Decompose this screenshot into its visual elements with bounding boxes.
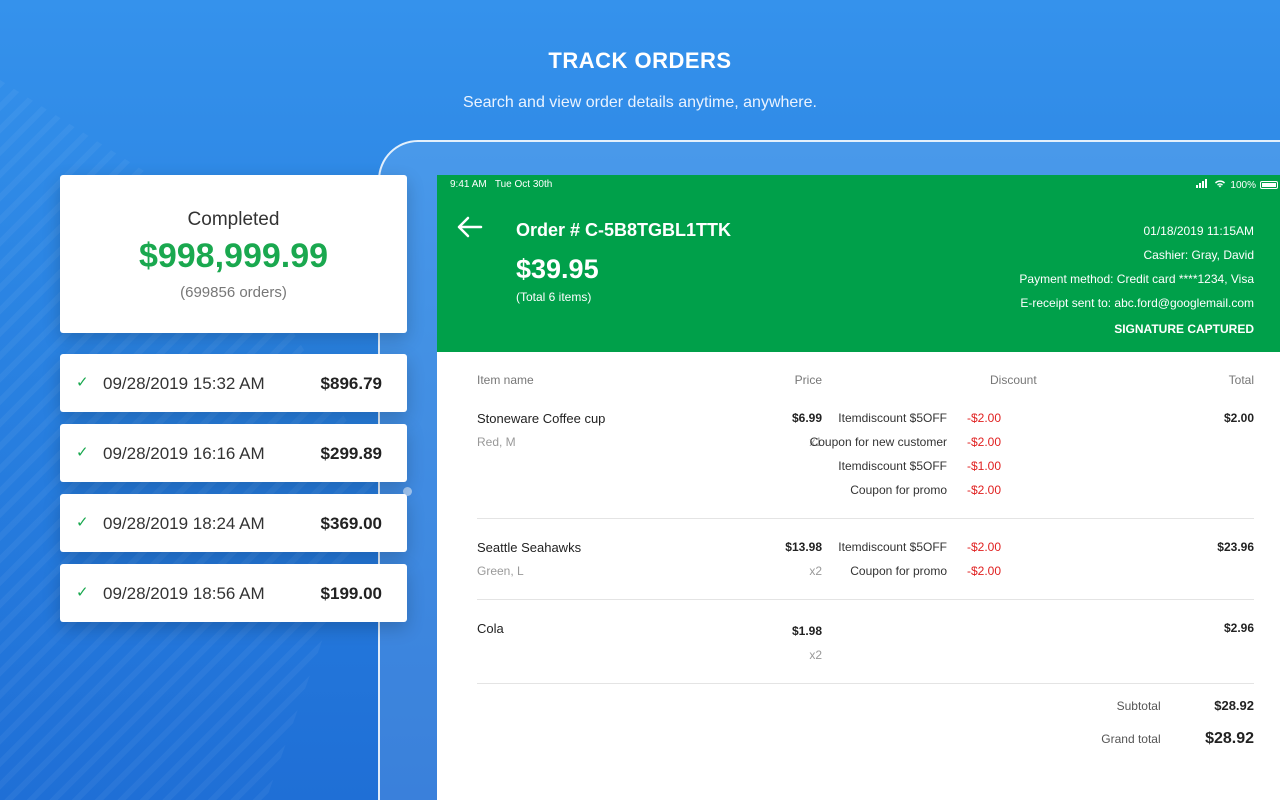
transaction-date: 09/28/2019 18:24 AM <box>103 514 265 533</box>
table-row[interactable]: Cola $1.98 x2 $2.96 <box>477 621 1254 671</box>
table-row[interactable]: Stoneware Coffee cup Red, M $6.99 x1 Ite… <box>477 411 1254 507</box>
discount-label: Itemdiscount $5OFF <box>838 459 947 473</box>
discount-label: Coupon for new customer <box>809 435 947 449</box>
grand-total-label: Grand total <box>1101 732 1161 746</box>
header-price: Price <box>794 373 822 387</box>
discount-amount: -$2.00 <box>967 411 1002 425</box>
discount-line: Itemdiscount $5OFF -$2.00 <box>838 540 1027 564</box>
discount-amount: -$1.00 <box>967 459 1002 473</box>
order-total: $39.95 <box>516 254 599 284</box>
status-indicators: 100% <box>1196 179 1278 191</box>
discount-amount: -$2.00 <box>967 483 1002 497</box>
wifi-icon <box>1214 179 1226 191</box>
grand-total-value: $28.92 <box>1205 730 1254 747</box>
discount-label: Coupon for promo <box>850 483 947 497</box>
discount-list: Itemdiscount $5OFF -$2.00 Coupon for prom… <box>838 540 1027 588</box>
discount-line: Itemdiscount $5OFF -$2.00 <box>810 411 1027 435</box>
discount-label: Coupon for promo <box>850 564 947 578</box>
item-variant: Green, L <box>477 564 524 578</box>
check-icon: ✓ <box>76 374 89 391</box>
subtotal-value: $28.92 <box>1214 698 1254 713</box>
transaction-item[interactable]: ✓ 09/28/2019 16:16 AM $299.89 <box>60 424 407 482</box>
transaction-amount: $299.89 <box>320 444 382 463</box>
summary-label: Completed <box>187 209 280 230</box>
item-name: Seattle Seahawks <box>477 540 582 555</box>
transaction-amount: $199.00 <box>320 584 382 603</box>
battery-icon <box>1260 181 1278 189</box>
transaction-item[interactable]: ✓ 09/28/2019 15:32 AM $896.79 <box>60 354 407 412</box>
transaction-item[interactable]: ✓ 09/28/2019 18:24 AM $369.00 <box>60 494 407 552</box>
row-divider <box>477 683 1254 684</box>
order-header: 9:41 AM Tue Oct 30th 100% Order # C-5B8T… <box>437 175 1280 352</box>
signal-icon <box>1196 179 1210 191</box>
check-icon: ✓ <box>76 584 89 601</box>
check-icon: ✓ <box>76 444 89 461</box>
item-total: $2.00 <box>1223 411 1254 425</box>
discount-line: Itemdiscount $5OFF -$1.00 <box>810 459 1027 483</box>
signature-status: SIGNATURE CAPTURED <box>1114 322 1254 336</box>
row-divider <box>477 518 1254 519</box>
item-total: $23.96 <box>1217 540 1254 554</box>
status-bar: 9:41 AM Tue Oct 30th <box>450 179 552 190</box>
item-variant: Red, M <box>477 435 516 449</box>
item-name: Cola <box>477 621 504 636</box>
discount-list: Itemdiscount $5OFF -$2.00 Coupon for new … <box>810 411 1027 507</box>
order-meta: 01/18/2019 11:15AM Cashier: Gray, David … <box>1019 219 1254 341</box>
discount-line: Coupon for promo -$2.00 <box>838 564 1027 588</box>
order-number: Order # C-5B8TGBL1TTK <box>516 220 732 240</box>
hero-subtitle: Search and view order details anytime, a… <box>463 94 817 111</box>
item-name: Stoneware Coffee cup <box>477 411 606 426</box>
item-price: $1.98 <box>791 624 822 638</box>
discount-amount: -$2.00 <box>967 540 1002 554</box>
order-item-count: (Total 6 items) <box>516 290 592 304</box>
order-receipt: E-receipt sent to: abc.ford@googlemail.c… <box>1020 296 1254 310</box>
header-discount: Discount <box>990 373 1037 387</box>
summary-order-count: (699856 orders) <box>180 284 287 301</box>
hero-title: TRACK ORDERS <box>548 48 732 73</box>
order-cashier: Cashier: Gray, David <box>1143 248 1254 262</box>
item-qty: x2 <box>809 648 822 662</box>
status-date: Tue Oct 30th <box>494 179 553 190</box>
discount-line: Coupon for new customer -$2.00 <box>810 435 1027 459</box>
header-total: Total <box>1228 373 1254 387</box>
discount-amount: -$2.00 <box>967 435 1002 449</box>
header-item-name: Item name <box>477 373 534 387</box>
subtotal-line: Subtotal $28.92 <box>1117 698 1254 713</box>
transaction-amount: $369.00 <box>320 514 382 533</box>
order-payment: Payment method: Credit card ****1234, Vi… <box>1019 272 1254 286</box>
item-total: $2.96 <box>1223 621 1254 635</box>
completed-summary-card: Completed $998,999.99 (699856 orders) <box>60 175 407 333</box>
discount-label: Itemdiscount $5OFF <box>838 411 947 425</box>
order-detail-screen: 9:41 AM Tue Oct 30th 100% Order # C-5B8T… <box>437 175 1280 800</box>
discount-label: Itemdiscount $5OFF <box>838 540 947 554</box>
transaction-date: 09/28/2019 18:56 AM <box>103 584 265 603</box>
summary-amount: $998,999.99 <box>138 237 329 275</box>
battery-percent: 100% <box>1230 179 1256 191</box>
row-divider <box>477 599 1254 600</box>
transaction-amount: $896.79 <box>320 374 382 393</box>
transaction-item[interactable]: ✓ 09/28/2019 18:56 AM $199.00 <box>60 564 407 622</box>
transaction-date: 09/28/2019 16:16 AM <box>103 444 265 463</box>
order-datetime: 01/18/2019 11:15AM <box>1143 224 1254 238</box>
grand-total-line: Grand total $28.92 <box>1101 730 1254 748</box>
status-time: 9:41 AM <box>450 179 487 190</box>
discount-amount: -$2.00 <box>967 564 1002 578</box>
back-arrow-icon[interactable] <box>457 215 483 243</box>
item-price: $13.98 <box>785 540 822 554</box>
subtotal-label: Subtotal <box>1116 699 1161 713</box>
transaction-date: 09/28/2019 15:32 AM <box>103 374 265 393</box>
item-qty: x2 <box>809 564 822 578</box>
check-icon: ✓ <box>76 514 89 531</box>
table-row[interactable]: Seattle Seahawks Green, L $13.98 x2 Item… <box>477 540 1254 590</box>
discount-line: Coupon for promo -$2.00 <box>810 483 1027 507</box>
